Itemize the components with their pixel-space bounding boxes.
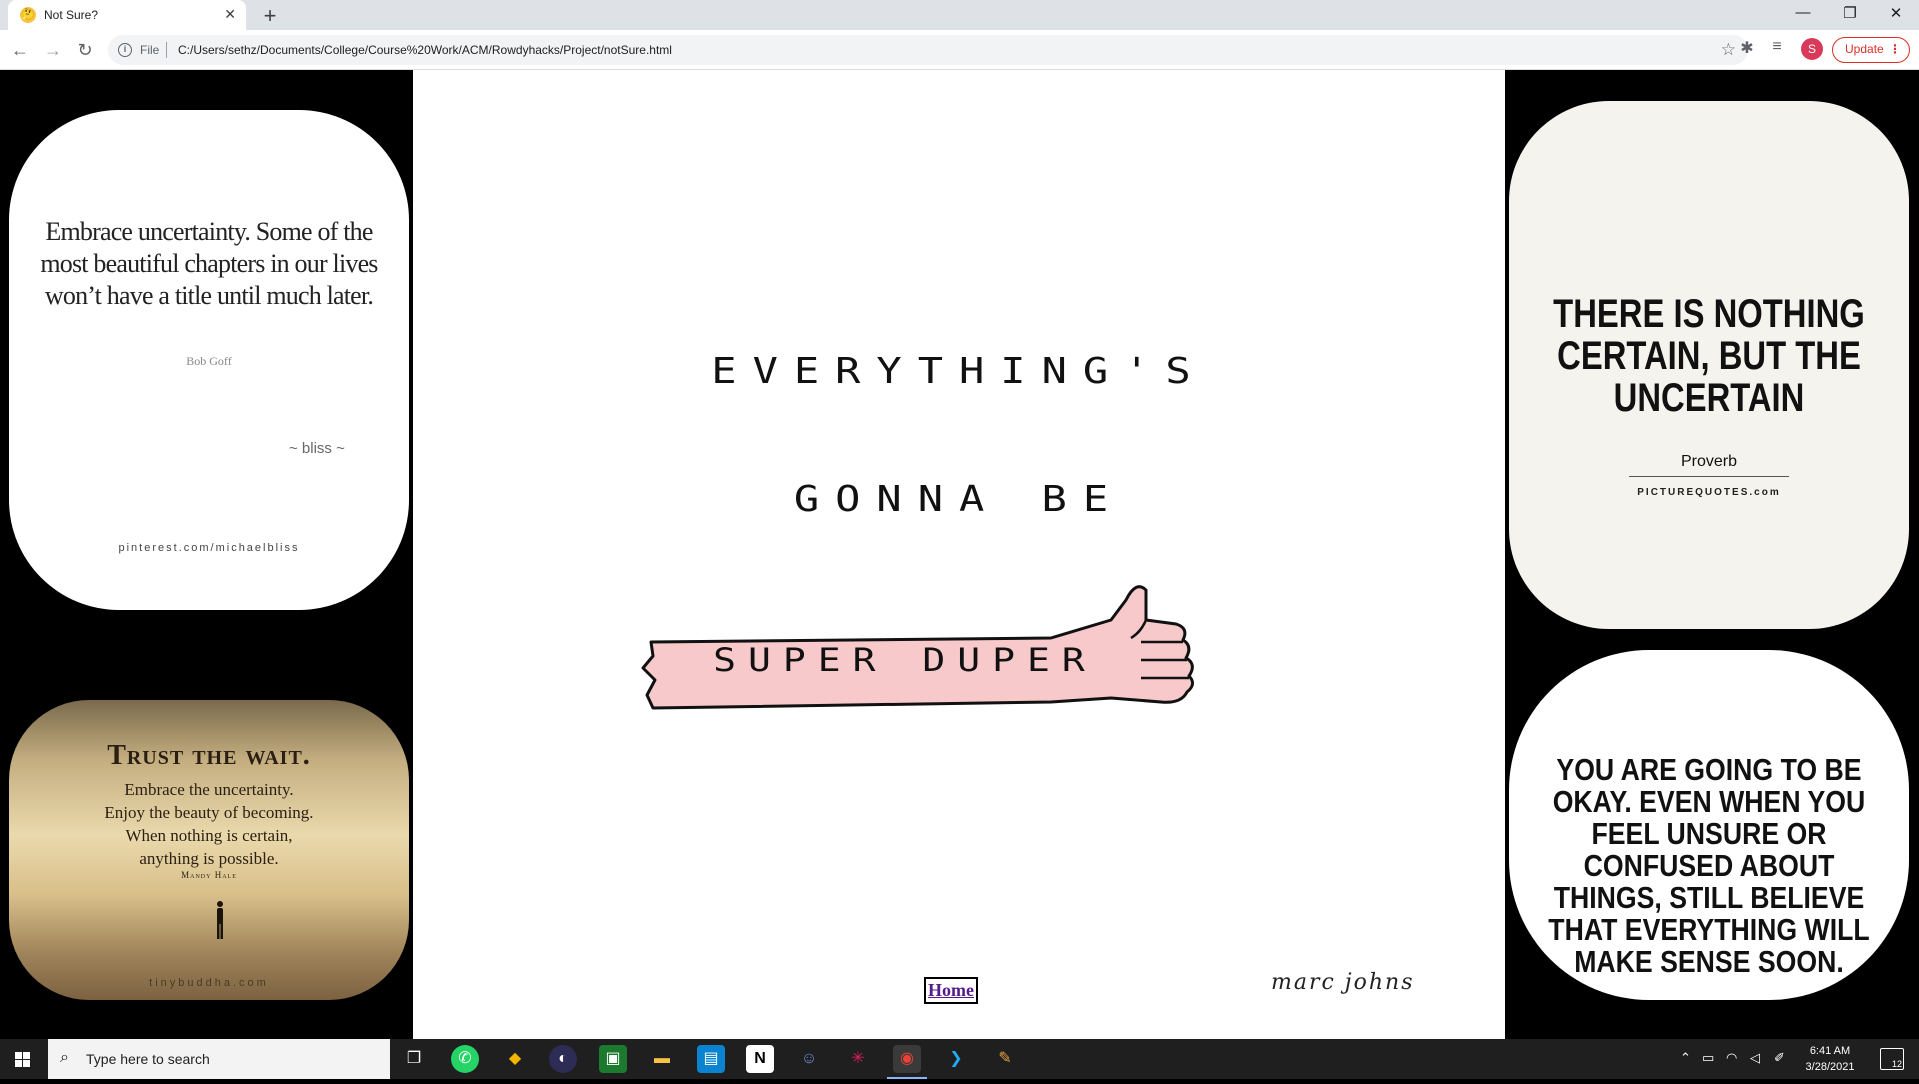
quote-image-top-left: Embrace uncertainty. Some of the most be… <box>9 110 409 610</box>
page-body: Embrace uncertainty. Some of the most be… <box>0 70 1919 1039</box>
address-bar: ← → ↻ i File C:/Users/sethz/Documents/Co… <box>0 30 1919 70</box>
forward-button[interactable]: → <box>42 39 64 61</box>
home-link[interactable]: Home <box>924 977 978 1004</box>
start-button[interactable] <box>0 1039 46 1079</box>
quote-image-bottom-right: YOU ARE GOING TO BE OKAY. EVEN WHEN YOU … <box>1509 650 1909 1000</box>
thinking-face-icon: 🤔 <box>20 7 36 23</box>
quote-text: THERE IS NOTHING CERTAIN, BUT THE UNCERT… <box>1553 292 1865 420</box>
update-button[interactable]: Update ⋮ <box>1832 37 1910 63</box>
store-icon[interactable]: ▤ <box>697 1045 725 1073</box>
search-icon: ⌕ <box>60 1049 69 1066</box>
app-diamond-icon[interactable]: ◆ <box>501 1045 529 1073</box>
main-comic-image: EVERYTHING'S GONNA BE SUPER DUPER marc j… <box>413 70 1505 1039</box>
reload-button[interactable]: ↻ <box>74 39 96 61</box>
close-window-button[interactable]: ✕ <box>1884 4 1908 22</box>
restore-button[interactable]: ❐ <box>1838 4 1862 22</box>
paint-icon[interactable]: ✎ <box>991 1045 1019 1073</box>
divider <box>1629 476 1789 477</box>
file-explorer-icon[interactable]: ▬ <box>648 1045 676 1073</box>
quote-title: Trust the wait. <box>107 740 311 771</box>
profile-avatar[interactable]: S <box>1801 38 1823 60</box>
system-clock[interactable]: 6:41 AM 3/28/2021 <box>1800 1043 1860 1075</box>
quote-text: YOU ARE GOING TO BE OKAY. EVEN WHEN YOU … <box>1548 752 1870 979</box>
search-placeholder: Type here to search <box>86 1051 210 1067</box>
chrome-icon[interactable]: ◉ <box>893 1045 921 1073</box>
quote-source: PICTUREQUOTES.com <box>1637 487 1781 498</box>
windows-logo-icon <box>15 1052 30 1067</box>
notification-center-icon[interactable]: 12 <box>1880 1048 1904 1070</box>
clock-time: 6:41 AM <box>1809 1045 1851 1057</box>
task-view-icon[interactable]: ❐ <box>400 1045 428 1073</box>
quote-signature: ~ bliss ~ <box>289 440 345 457</box>
quote-image-top-right: THERE IS NOTHING CERTAIN, BUT THE UNCERT… <box>1509 101 1909 629</box>
artist-signature: marc johns <box>1271 970 1415 995</box>
taskbar-search[interactable]: ⌕ Type here to search <box>48 1039 390 1079</box>
quote-source: pinterest.com/michaelbliss <box>118 542 300 554</box>
battery-icon[interactable]: ▭ <box>1702 1050 1714 1066</box>
comic-line-2: GONNA BE <box>793 477 1125 520</box>
quote-text: Embrace the uncertainty. Enjoy the beaut… <box>104 780 314 868</box>
volume-icon[interactable]: ◁ <box>1750 1050 1760 1066</box>
wifi-icon[interactable]: ◠ <box>1726 1050 1737 1066</box>
close-tab-icon[interactable]: ✕ <box>224 6 236 23</box>
vscode-icon[interactable]: ❯ <box>942 1045 970 1073</box>
quote-author: Bob Goff <box>186 354 232 368</box>
whatsapp-icon[interactable]: ✆ <box>451 1045 479 1073</box>
more-menu-icon[interactable]: ⋮ <box>1889 38 1901 61</box>
slack-icon[interactable]: ✳ <box>844 1045 872 1073</box>
quote-text: Embrace uncertainty. Some of the most be… <box>40 217 378 310</box>
url-text[interactable]: C:/Users/sethz/Documents/College/Course%… <box>178 43 672 57</box>
terminal-icon[interactable]: ▣ <box>599 1045 627 1073</box>
update-label: Update <box>1845 42 1884 56</box>
quote-author: Mandy Hale <box>181 870 237 880</box>
eclipse-icon[interactable]: ◐ <box>549 1045 577 1073</box>
windows-taskbar: ⌕ Type here to search ❐ ✆ ◆ ◐ ▣ ▬ ▤ N ☺ … <box>0 1039 1919 1079</box>
omnibox[interactable]: i File C:/Users/sethz/Documents/College/… <box>108 35 1748 65</box>
tab-strip: 🤔 Not Sure? ✕ + — ❐ ✕ <box>0 0 1919 30</box>
notification-count: 12 <box>1891 1059 1902 1069</box>
bookmark-star-icon[interactable]: ☆ <box>1721 40 1736 60</box>
comic-line-1: EVERYTHING'S <box>711 349 1207 392</box>
extensions-icon[interactable]: ✱ <box>1737 38 1757 58</box>
comic-arm-text: SUPER DUPER <box>713 641 1097 679</box>
tab-title: Not Sure? <box>44 8 99 22</box>
file-label: File <box>140 43 160 57</box>
divider <box>166 42 167 58</box>
info-icon[interactable]: i <box>118 43 132 57</box>
quote-source: tinybuddha.com <box>149 977 269 989</box>
discord-icon[interactable]: ☺ <box>795 1045 823 1073</box>
quote-image-bottom-left: Trust the wait. Embrace the uncertainty.… <box>9 700 409 1000</box>
new-tab-button[interactable]: + <box>258 3 282 29</box>
show-hidden-icons[interactable]: ⌃ <box>1680 1050 1691 1066</box>
back-button[interactable]: ← <box>9 39 31 61</box>
notion-icon[interactable]: N <box>746 1045 774 1073</box>
pen-icon[interactable]: ✐ <box>1774 1050 1785 1066</box>
minimize-button[interactable]: — <box>1791 4 1815 21</box>
media-queue-icon[interactable]: ≡ <box>1767 38 1787 56</box>
quote-author: Proverb <box>1680 453 1738 470</box>
browser-tab[interactable]: 🤔 Not Sure? ✕ <box>8 0 246 30</box>
clock-date: 3/28/2021 <box>1805 1061 1855 1073</box>
standing-person-icon <box>217 901 223 939</box>
